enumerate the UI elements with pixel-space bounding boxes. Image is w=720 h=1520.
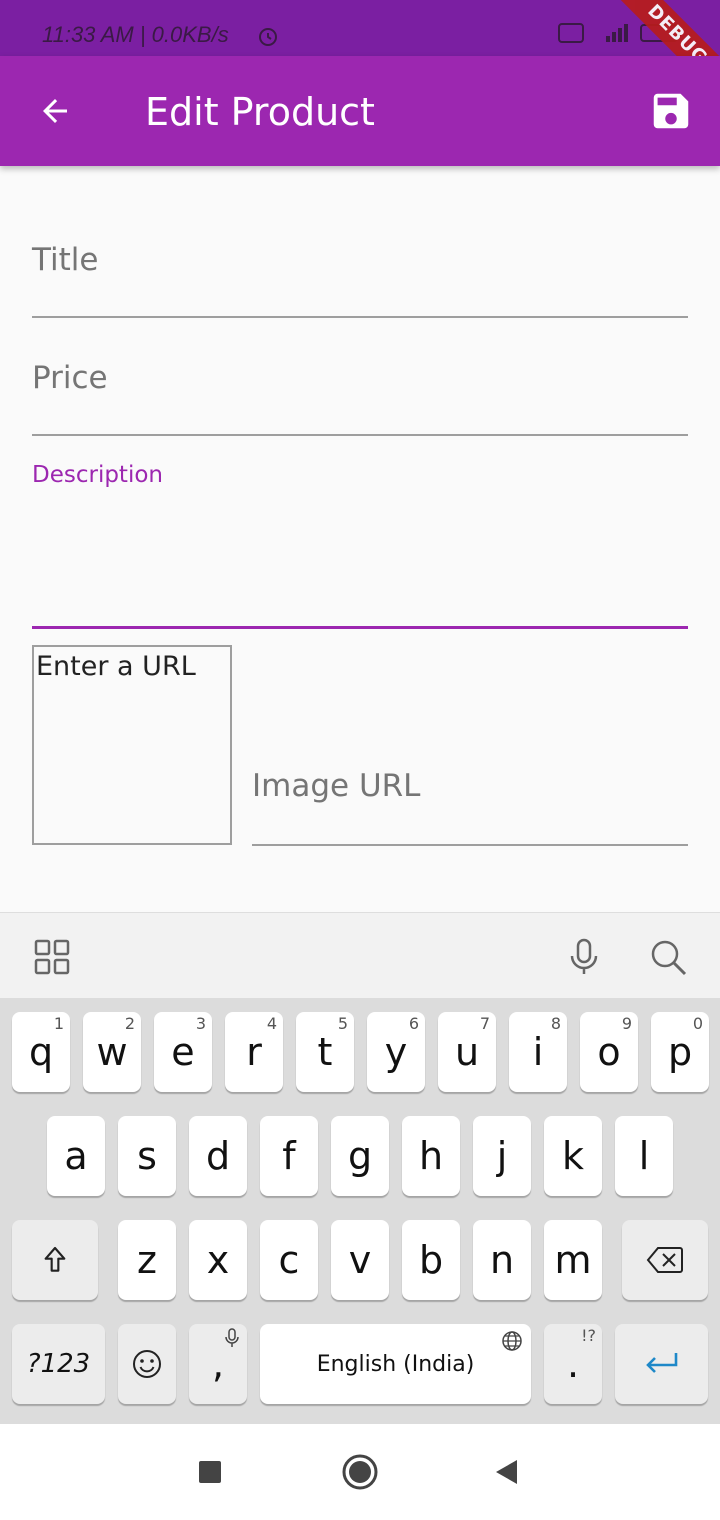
key-b[interactable]: b — [402, 1220, 460, 1300]
key-s[interactable]: s — [118, 1116, 176, 1196]
key-x[interactable]: x — [189, 1220, 247, 1300]
price-label: Price — [32, 360, 108, 396]
status-bar: 11:33 AM | 0.0KB/s — [0, 0, 720, 56]
key-j[interactable]: j — [473, 1116, 531, 1196]
title-field[interactable]: Title — [32, 236, 688, 318]
emoji-key[interactable] — [118, 1324, 176, 1404]
key-c[interactable]: c — [260, 1220, 318, 1300]
key-i[interactable]: i8 — [509, 1012, 567, 1092]
image-url-label: Image URL — [252, 768, 421, 804]
title-underline — [32, 316, 688, 318]
status-time: 11:33 AM | 0.0KB/s — [42, 22, 229, 47]
symbols-key[interactable]: ?123 — [12, 1324, 105, 1404]
page-title: Edit Product — [145, 90, 375, 134]
key-t[interactable]: t5 — [296, 1012, 354, 1092]
home-icon[interactable] — [340, 1452, 380, 1492]
key-p[interactable]: p0 — [651, 1012, 709, 1092]
alarm-icon — [259, 28, 277, 46]
system-nav-bar — [0, 1424, 720, 1520]
image-url-underline — [252, 844, 688, 846]
shift-arrow-icon — [44, 1246, 66, 1272]
emoji-icon — [133, 1350, 161, 1378]
key-o[interactable]: o9 — [580, 1012, 638, 1092]
back-button[interactable] — [30, 86, 80, 136]
period-key[interactable]: . !? — [544, 1324, 602, 1404]
mic-hint-icon — [225, 1328, 239, 1347]
keyboard-toolbar — [0, 912, 720, 998]
app-bar: Edit Product — [0, 56, 720, 166]
globe-icon — [502, 1331, 522, 1351]
key-w[interactable]: w2 — [83, 1012, 141, 1092]
back-nav-icon[interactable] — [486, 1452, 526, 1492]
key-q[interactable]: q1 — [12, 1012, 70, 1092]
backspace-icon — [646, 1247, 683, 1273]
key-m[interactable]: m — [544, 1220, 602, 1300]
save-button[interactable] — [648, 88, 694, 134]
shift-key[interactable] — [12, 1220, 98, 1300]
key-v[interactable]: v — [331, 1220, 389, 1300]
volte-icon — [558, 23, 584, 43]
key-z[interactable]: z — [118, 1220, 176, 1300]
key-e[interactable]: e3 — [154, 1012, 212, 1092]
image-preview-text: Enter a URL — [36, 651, 196, 682]
save-icon — [653, 93, 689, 129]
key-h[interactable]: h — [402, 1116, 460, 1196]
microphone-icon[interactable] — [564, 937, 604, 977]
price-underline — [32, 434, 688, 436]
description-underline — [32, 626, 688, 629]
recents-icon[interactable] — [190, 1452, 230, 1492]
spacebar-key[interactable]: English (India) — [260, 1324, 531, 1404]
key-l[interactable]: l — [615, 1116, 673, 1196]
image-preview: Enter a URL — [32, 645, 232, 845]
image-url-field[interactable]: Image URL — [252, 760, 688, 848]
arrow-left-icon — [43, 99, 67, 123]
search-icon[interactable] — [648, 937, 688, 977]
key-u[interactable]: u7 — [438, 1012, 496, 1092]
key-k[interactable]: k — [544, 1116, 602, 1196]
description-field[interactable]: Description — [32, 460, 688, 632]
apps-grid-icon[interactable] — [32, 937, 72, 977]
comma-key[interactable]: , — [189, 1324, 247, 1404]
enter-arrow-icon — [645, 1353, 677, 1373]
signal-icon — [606, 24, 628, 42]
key-f[interactable]: f — [260, 1116, 318, 1196]
key-r[interactable]: r4 — [225, 1012, 283, 1092]
key-n[interactable]: n — [473, 1220, 531, 1300]
title-label: Title — [32, 242, 99, 278]
price-field[interactable]: Price — [32, 354, 688, 436]
description-label: Description — [32, 462, 163, 488]
backspace-key[interactable] — [622, 1220, 708, 1300]
keyboard: q1 w2 e3 r4 t5 y6 u7 i8 o9 p0 a s d f g … — [0, 998, 720, 1424]
key-y[interactable]: y6 — [367, 1012, 425, 1092]
key-d[interactable]: d — [189, 1116, 247, 1196]
key-a[interactable]: a — [47, 1116, 105, 1196]
key-g[interactable]: g — [331, 1116, 389, 1196]
enter-key[interactable] — [615, 1324, 708, 1404]
